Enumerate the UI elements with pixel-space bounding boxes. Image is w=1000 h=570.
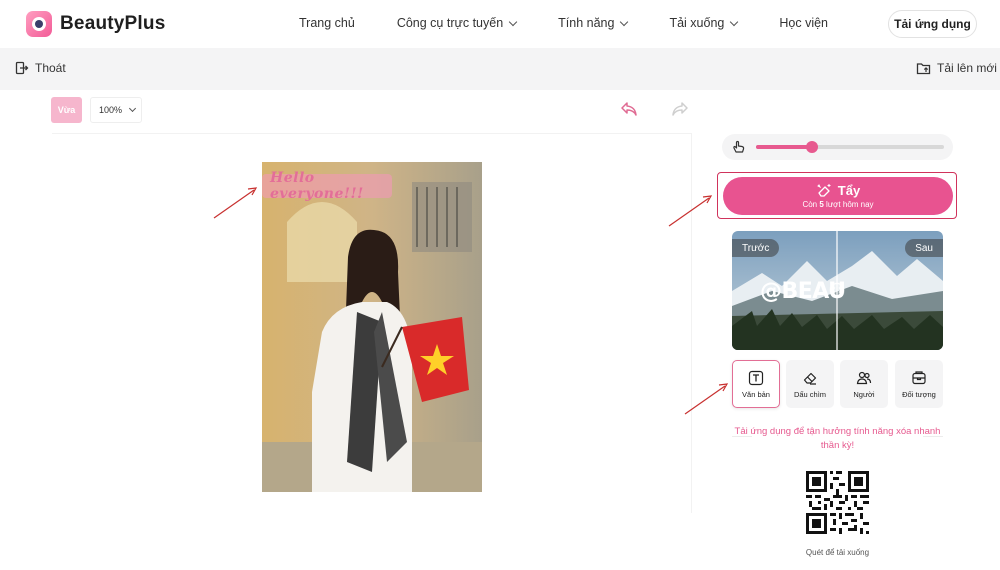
brand-logo[interactable]: BeautyPlus [26,11,165,37]
erase-sub-suffix: lượt hôm nay [826,200,874,209]
camera-logo-icon [26,11,52,37]
brush-size-slider[interactable] [722,134,953,160]
photo-text-watermark: Hello everyone!!! [262,170,392,202]
nav-item-label: Học viện [779,16,829,30]
tool-label: Văn bản [742,389,770,399]
chevron-down-icon [730,17,739,26]
upload-new-button[interactable]: Tải lên mới [916,61,997,75]
tool-label: Dấu chìm [793,389,827,399]
uploaded-photo[interactable] [262,162,482,492]
slider-fill [756,145,813,149]
nav-item-label: Trang chủ [299,16,355,30]
nav-item-online-tools[interactable]: Công cụ trực tuyến [396,16,518,30]
erase-sub-count: 5 [819,200,824,209]
eraser-sparkle-icon [816,184,831,197]
nav-item-academy[interactable]: Học viện [779,16,828,30]
tool-label: Đối tượng [902,389,936,399]
erase-button[interactable]: Tẩy Còn 5 lượt hôm nay [723,177,953,215]
exit-button[interactable]: Thoát [15,61,66,75]
slider-knob[interactable] [806,141,819,153]
tool-object[interactable]: Đối tượng [895,360,943,408]
tool-watermark[interactable]: Dấu chìm [786,360,834,408]
qr-code-icon [806,471,869,534]
top-navigation: BeautyPlus Trang chủ Công cụ trực tuyến … [0,0,1000,48]
after-label: Sau [905,239,943,257]
compare-drag-handle[interactable] [829,282,845,298]
nav-links: Trang chủ Công cụ trực tuyến Tính năng T… [299,16,870,30]
exit-label: Thoát [35,61,66,75]
chevron-down-icon [620,17,629,26]
exit-icon [15,61,29,75]
people-icon [856,371,872,384]
photo-image [262,162,482,492]
erase-remaining: Còn 5 lượt hôm nay [802,200,873,209]
before-after-preview[interactable]: Trước Sau @BEAU [732,231,943,350]
upload-label: Tải lên mới [937,61,997,75]
drag-arrows-icon [829,282,845,298]
chevron-down-icon [128,104,137,113]
fit-button[interactable]: Vừa [51,97,82,123]
tool-label: Người [853,389,875,399]
text-icon [748,370,764,385]
eraser-icon [803,372,817,385]
nav-item-downloads[interactable]: Tải xuống [669,16,739,30]
get-app-button[interactable]: Tải ứng dụng [888,10,977,38]
erase-sub-prefix: Còn [802,200,818,209]
brush-hand-icon [733,140,745,153]
brand-name: BeautyPlus [60,13,166,34]
zoom-value: 100% [99,105,123,115]
object-icon [912,370,926,384]
chevron-down-icon [508,17,518,26]
nav-item-features[interactable]: Tính năng [558,16,629,30]
tool-people[interactable]: Người [840,360,888,408]
annotation-arrow-icon [684,383,729,415]
tool-text[interactable]: Văn bản [732,360,780,408]
before-label: Trước [732,239,780,257]
editor-subbar: Thoát Tải lên mới [0,48,1000,90]
annotation-arrow-icon [213,187,258,219]
annotation-arrow-icon [668,195,713,227]
app-promo-text: Tải ứng dụng để tận hưởng tính năng xóa … [734,426,941,451]
undo-icon[interactable] [620,101,638,117]
removal-tool-options: Văn bản Dấu chìm Người Đối tượng [732,360,943,408]
nav-item-label: Tải xuống [669,16,725,30]
zoom-select[interactable]: 100% [90,97,142,123]
nav-item-label: Tính năng [558,16,615,30]
erase-label: Tẩy [837,183,861,198]
qr-caption: Quét để tải xuống [805,548,870,557]
nav-item-label: Công cụ trực tuyến [396,16,504,30]
redo-icon[interactable] [671,101,689,117]
upload-folder-icon [916,63,931,75]
nav-item-home[interactable]: Trang chủ [299,16,355,30]
